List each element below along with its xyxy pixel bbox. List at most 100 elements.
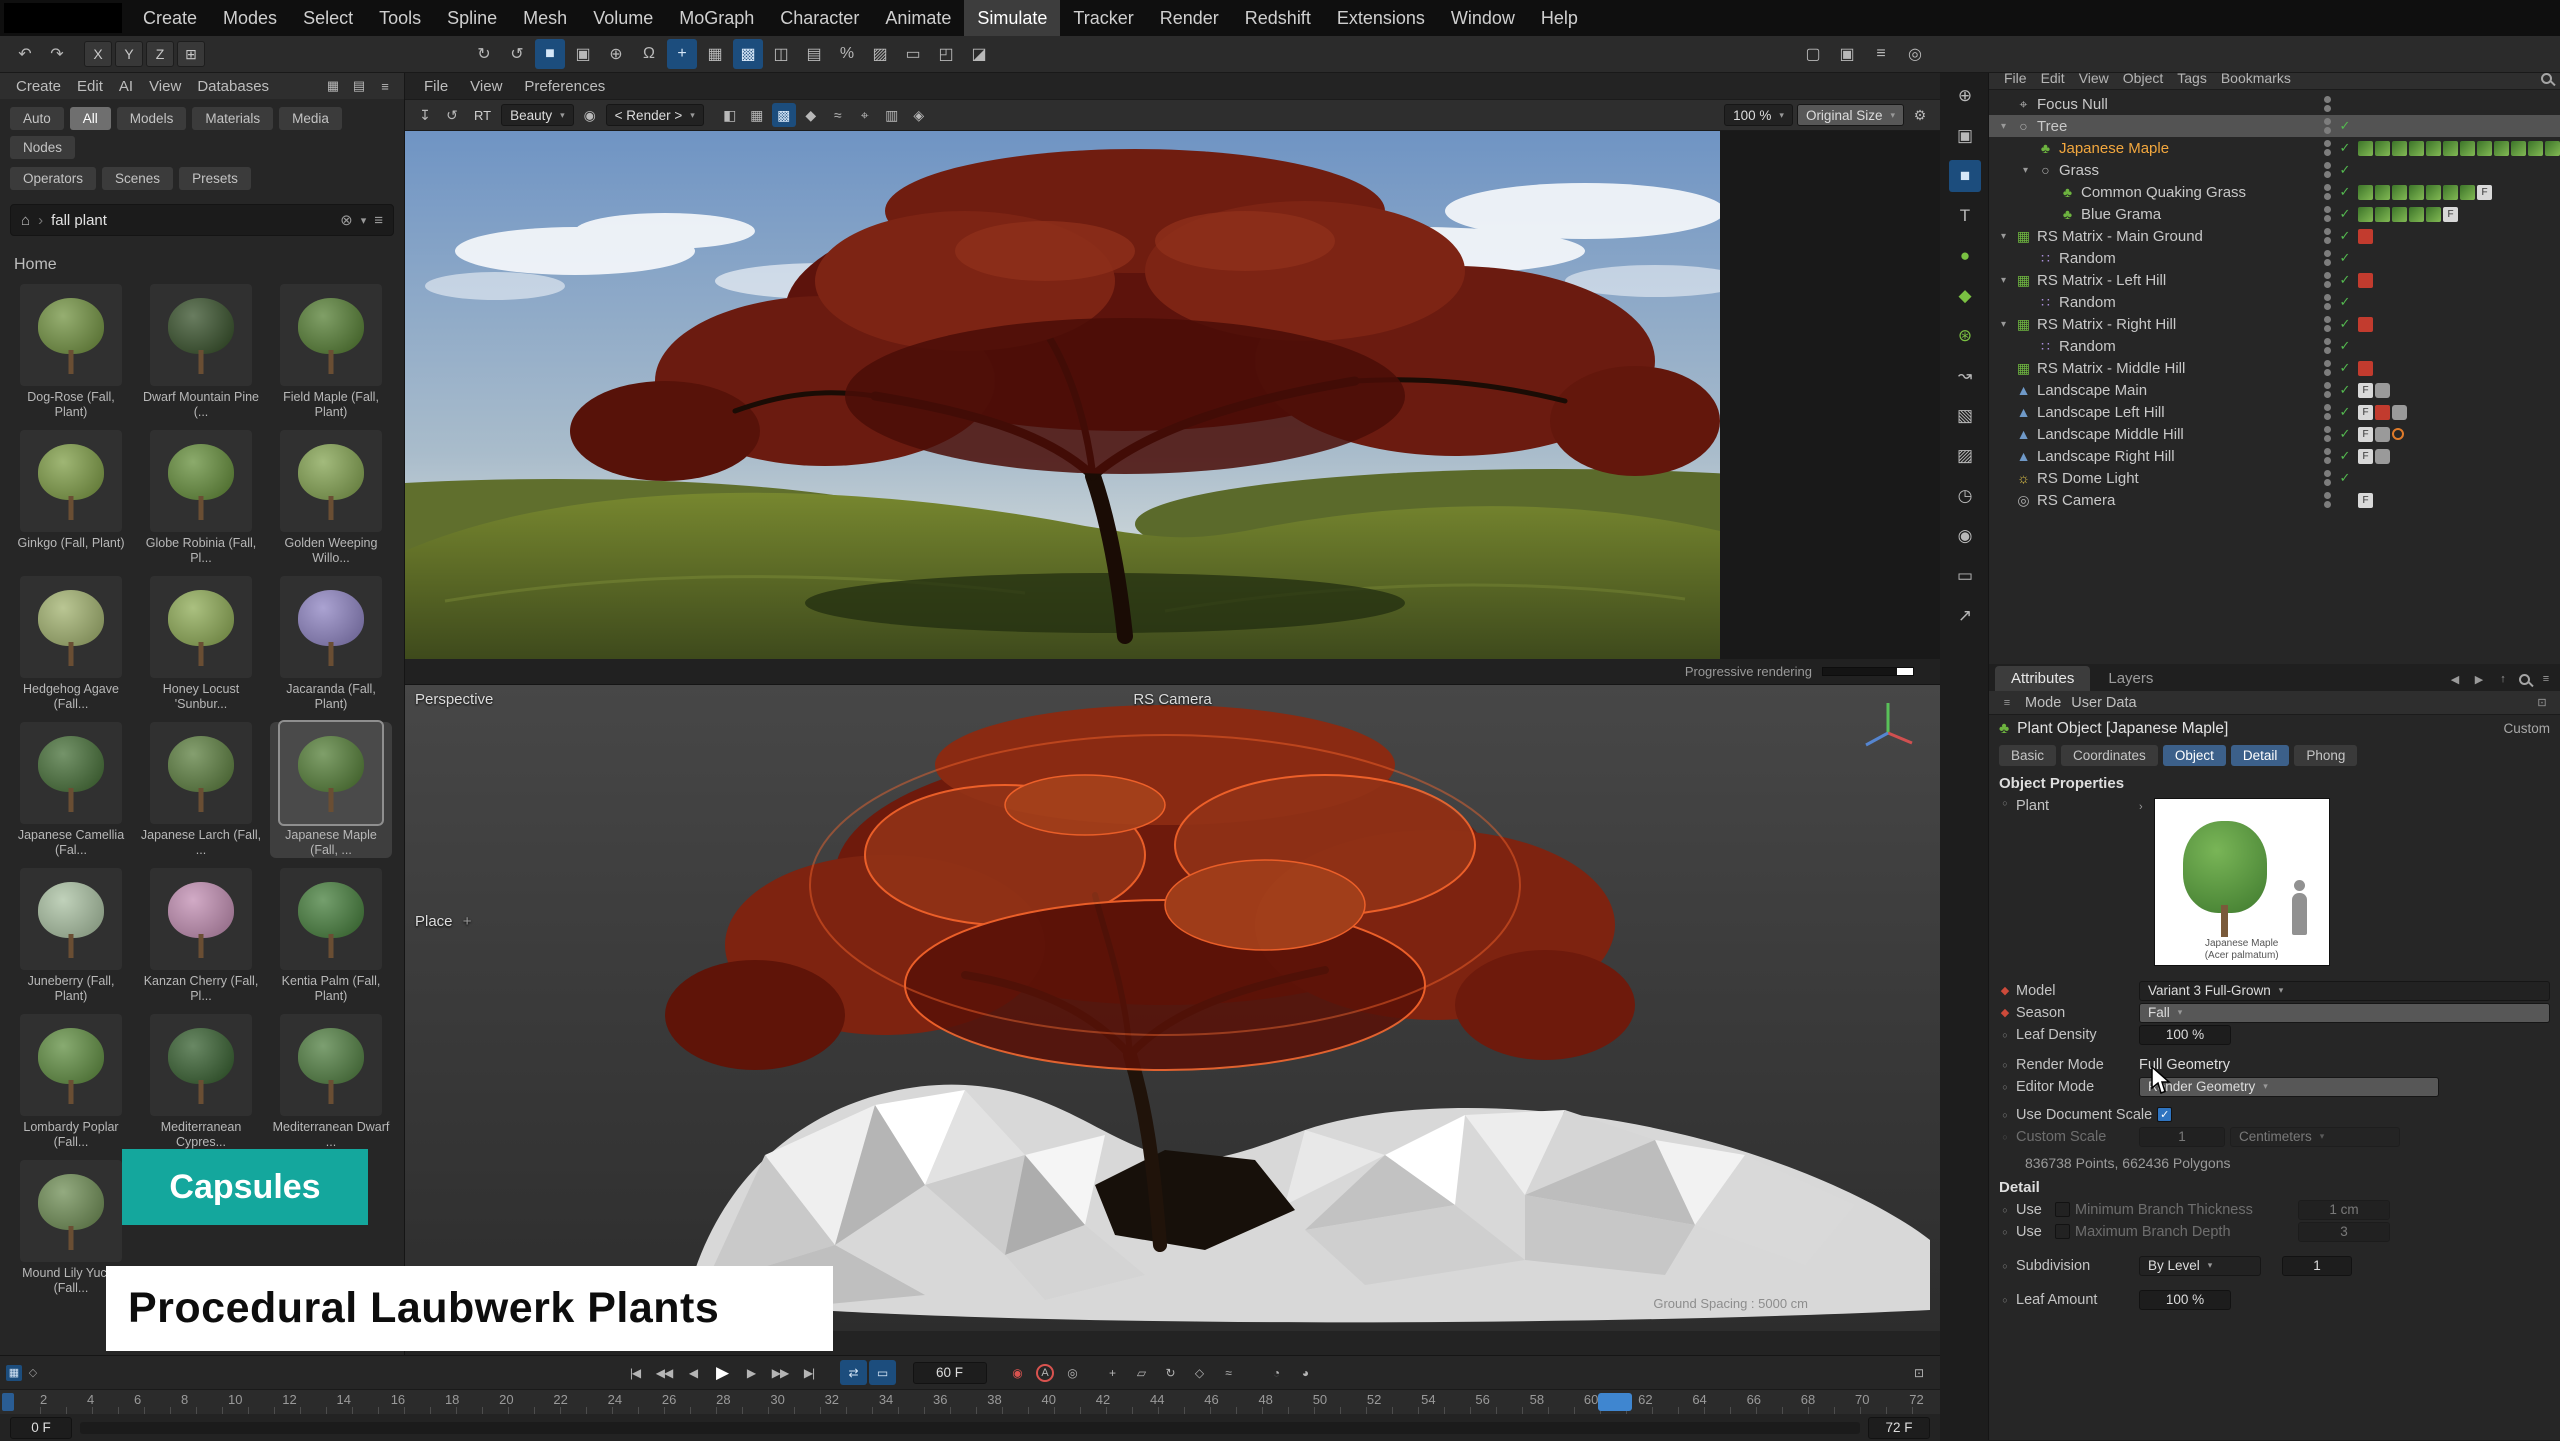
object-row[interactable]: ⌖ Focus Null	[1989, 93, 2560, 115]
asset-sub-tab[interactable]: Scenes	[102, 167, 173, 190]
place-tool-label[interactable]: Place +	[415, 913, 471, 930]
range-start-field[interactable]: 0 F	[10, 1417, 72, 1439]
max-branch-checkbox[interactable]	[2055, 1224, 2070, 1239]
geo-tag[interactable]	[2375, 427, 2390, 442]
grid-icon[interactable]: ▦	[700, 39, 730, 69]
zoom-dropdown[interactable]: 100 %▾	[1724, 104, 1793, 126]
go-to-start-button[interactable]: |◀	[622, 1360, 649, 1385]
object-label[interactable]: RS Matrix - Right Hill	[2037, 316, 2176, 333]
enabled-check-icon[interactable]: ✓	[2336, 250, 2354, 266]
object-label[interactable]: RS Matrix - Left Hill	[2037, 272, 2166, 289]
tex-tag[interactable]	[2409, 141, 2424, 156]
visibility-dots[interactable]	[2322, 492, 2332, 508]
visibility-dots[interactable]	[2322, 272, 2332, 288]
asset-thumbnail[interactable]	[150, 430, 252, 532]
volume-icon[interactable]: ▧	[1949, 400, 1981, 432]
object-label[interactable]: Random	[2059, 250, 2116, 267]
tex-tag[interactable]	[2358, 185, 2373, 200]
asset-thumbnail[interactable]	[20, 284, 122, 386]
quantize-icon[interactable]: ▩	[733, 39, 763, 69]
network-icon[interactable]: ◎	[1900, 39, 1930, 69]
history-forward-icon[interactable]: ▶	[2471, 671, 2487, 687]
display-mode-icon[interactable]: ▭	[1949, 560, 1981, 592]
object-label[interactable]: Blue Grama	[2081, 206, 2161, 223]
object-row[interactable]: ▾ ○ Tree ✓	[1989, 115, 2560, 137]
rt-toggle[interactable]: RT	[468, 108, 497, 123]
asset-item[interactable]: Field Maple (Fall, Plant)	[270, 284, 392, 420]
eye-icon[interactable]: ◉	[578, 103, 602, 127]
geo-tag[interactable]	[2392, 405, 2407, 420]
histogram-icon[interactable]: ▥	[880, 103, 904, 127]
asset-item[interactable]: Juneberry (Fall, Plant)	[10, 868, 132, 1004]
render-queue-icon[interactable]: ≡	[1866, 39, 1896, 69]
tex-tag[interactable]	[2409, 185, 2424, 200]
mirror-icon[interactable]: ◫	[766, 39, 796, 69]
asset-thumbnail[interactable]	[20, 722, 122, 824]
paint-brush-icon[interactable]: ▨	[1949, 440, 1981, 472]
checker-icon[interactable]: ▩	[772, 103, 796, 127]
axis-z-button[interactable]: Z	[146, 41, 174, 67]
next-frame-button[interactable]: ▶	[738, 1360, 765, 1385]
menu-item[interactable]: Spline	[434, 0, 510, 36]
expand-arrow-icon[interactable]: ▾	[1997, 319, 2010, 330]
tab-layers[interactable]: Layers	[2092, 666, 2169, 691]
asset-filter-tab[interactable]: Materials	[192, 107, 273, 130]
menu-item[interactable]: MoGraph	[666, 0, 767, 36]
object-row[interactable]: ▲ Landscape Main ✓ F	[1989, 379, 2560, 401]
visibility-dots[interactable]	[2322, 250, 2332, 266]
object-label[interactable]: Grass	[2059, 162, 2099, 179]
timeline-range-slider[interactable]	[80, 1422, 1860, 1434]
menu-item[interactable]: Tracker	[1060, 0, 1146, 36]
perspective-viewport[interactable]: Perspective RS Camera Place + Ground Spa…	[405, 685, 1940, 1331]
leaf-amount-field[interactable]: 100 %	[2139, 1290, 2231, 1310]
asset-thumbnail[interactable]	[150, 1014, 252, 1116]
asset-thumbnail[interactable]	[150, 284, 252, 386]
enabled-check-icon[interactable]: ✓	[2336, 272, 2354, 288]
asset-thumbnail[interactable]	[20, 1160, 122, 1262]
loop-button[interactable]: ⇄	[840, 1360, 867, 1385]
red-tag[interactable]	[2358, 317, 2373, 332]
menu-item[interactable]: Mesh	[510, 0, 580, 36]
subdivision-level-field[interactable]: 1	[2282, 1256, 2352, 1276]
asset-item[interactable]: Dwarf Mountain Pine (...	[140, 284, 262, 420]
attr-menu-icon[interactable]: ≡	[2538, 671, 2554, 687]
redo-icon[interactable]: ↷	[42, 39, 72, 69]
tex-tag[interactable]	[2375, 207, 2390, 222]
filter-dropdown-icon[interactable]: ▾	[361, 214, 367, 227]
grid-icon[interactable]: ▦	[745, 103, 769, 127]
visibility-dots[interactable]	[2322, 118, 2332, 134]
range-end-field[interactable]: 72 F	[1868, 1417, 1930, 1439]
asset-thumbnail[interactable]	[280, 722, 382, 824]
attr-search-icon[interactable]	[2519, 674, 2530, 685]
chip-tag[interactable]: F	[2358, 449, 2373, 464]
asset-filter-tab[interactable]: Auto	[10, 107, 64, 130]
enabled-check-icon[interactable]: ✓	[2336, 404, 2354, 420]
mograph-icon[interactable]: ◆	[1949, 280, 1981, 312]
object-label[interactable]: Random	[2059, 294, 2116, 311]
menu-item[interactable]: Window	[1438, 0, 1528, 36]
pick-icon[interactable]: ⌖	[853, 103, 877, 127]
fx-icon[interactable]: ≈	[826, 103, 850, 127]
objects-search-icon[interactable]	[2541, 73, 2552, 84]
fit-timeline-button[interactable]: ⊡	[1905, 1360, 1932, 1385]
tex-tag[interactable]	[2443, 185, 2458, 200]
asset-filter-tab[interactable]: All	[70, 107, 111, 130]
custom-scale-unit-dropdown[interactable]: Centimeters▾	[2230, 1127, 2400, 1147]
red-tag[interactable]	[2358, 361, 2373, 376]
object-label[interactable]: RS Matrix - Main Ground	[2037, 228, 2203, 245]
timeline-ruler[interactable]: 2468101214161820222426283032343638404244…	[0, 1389, 1940, 1414]
simulate-project-icon[interactable]: ↻	[469, 39, 499, 69]
go-to-end-button[interactable]: ▶|	[796, 1360, 823, 1385]
asset-thumbnail[interactable]	[280, 284, 382, 386]
object-label[interactable]: Landscape Main	[2037, 382, 2147, 399]
chip-tag[interactable]: F	[2477, 185, 2492, 200]
asset-thumbnail[interactable]	[20, 868, 122, 970]
menu-item[interactable]: Animate	[872, 0, 964, 36]
visibility-dots[interactable]	[2322, 316, 2332, 332]
object-row[interactable]: ◎ RS Camera F	[1989, 489, 2560, 511]
asset-thumbnail[interactable]	[20, 430, 122, 532]
axis-gizmo[interactable]	[1856, 693, 1920, 757]
menu-item[interactable]: Simulate	[964, 0, 1060, 36]
tex-tag[interactable]	[2426, 185, 2441, 200]
min-branch-checkbox[interactable]	[2055, 1202, 2070, 1217]
